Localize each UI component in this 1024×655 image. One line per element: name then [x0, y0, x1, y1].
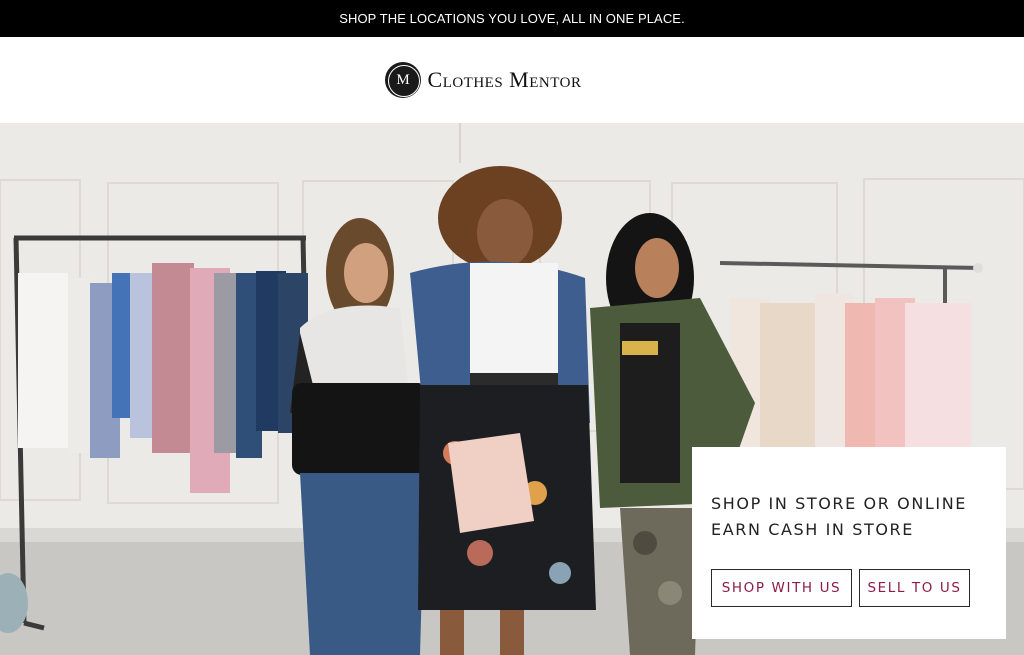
- shop-with-us-button[interactable]: SHOP WITH US: [711, 569, 852, 607]
- brand-name: Clothes Mentor: [427, 67, 582, 92]
- sell-to-us-button[interactable]: SELL TO US: [859, 569, 970, 607]
- site-header: M Clothes Mentor: [0, 37, 1024, 123]
- monogram-letter: M: [396, 71, 409, 88]
- brand-logo[interactable]: M Clothes Mentor: [384, 62, 582, 98]
- promo-buttons: SHOP WITH US SELL TO US: [711, 569, 987, 607]
- announcement-bar: SHOP THE LOCATIONS YOU LOVE, ALL IN ONE …: [0, 0, 1024, 37]
- promo-card: SHOP IN STORE OR ONLINE EARN CASH IN STO…: [692, 447, 1006, 639]
- monogram-icon: M: [384, 62, 421, 98]
- announcement-text: SHOP THE LOCATIONS YOU LOVE, ALL IN ONE …: [339, 11, 685, 26]
- promo-line-1: SHOP IN STORE OR ONLINE: [711, 494, 967, 513]
- promo-line-2: EARN CASH IN STORE: [711, 520, 914, 539]
